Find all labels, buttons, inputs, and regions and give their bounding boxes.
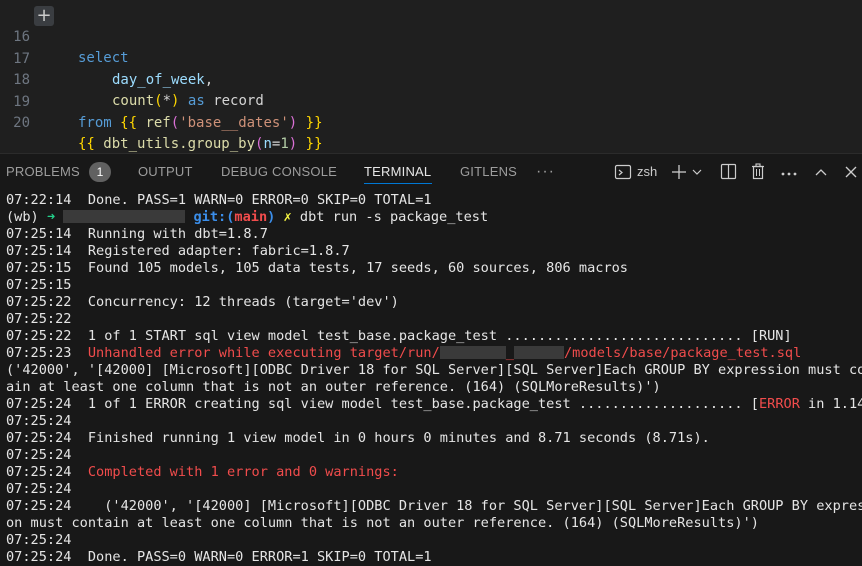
terminal-line: 07:25:24: [6, 481, 72, 497]
command-text: dbt run -s package_test: [299, 209, 489, 225]
summary-message: Completed with 1 error and 0 warnings:: [87, 464, 399, 480]
code-line-20[interactable]: 20 {{ dbt_utils.group_by(n=1) }}: [0, 92, 862, 152]
terminal-line: 07:25:24 1 of 1 ERROR creating sql view …: [6, 396, 862, 413]
ellipsis-icon[interactable]: [778, 162, 800, 182]
active-tab-indicator: [364, 183, 432, 184]
paren: ): [288, 136, 298, 152]
terminal-line: 07:25:24: [6, 413, 72, 429]
tab-problems[interactable]: PROBLEMS: [6, 154, 80, 190]
code-line-19[interactable]: 19 from {{ ref('base__dates') }}: [0, 71, 862, 131]
terminal-line: 07:25:22: [6, 311, 72, 327]
terminal-line: 07:25:24 Finished running 1 view model i…: [6, 430, 710, 446]
chevron-down-icon[interactable]: [690, 162, 704, 182]
terminal-line: 07:25:15 Found 105 models, 105 data test…: [6, 260, 628, 276]
terminal-line: 07:25:24 ('42000', '[42000] [Microsoft][…: [6, 498, 862, 514]
error-message: Unhandled error while executing target/r…: [87, 345, 440, 361]
terminal-line: 07:25:24: [6, 447, 72, 463]
split-icon[interactable]: [718, 162, 738, 182]
jinja-brace: }}: [305, 115, 323, 131]
keyword: from: [78, 115, 112, 131]
duration-text: in 1.14s]: [808, 396, 862, 412]
terminal-line: 07:25:22 1 of 1 START sql view model tes…: [6, 328, 792, 344]
number: 1: [280, 136, 289, 152]
code-line-17[interactable]: 17 day_of_week,: [0, 28, 862, 88]
paren: ): [288, 115, 298, 131]
terminal-output[interactable]: 07:22:14 Done. PASS=1 WARN=0 ERROR=0 SKI…: [0, 190, 862, 566]
code-editor[interactable]: + 16 select 17 day_of_week, 18 count(*) …: [0, 0, 862, 152]
terminal-prompt-line: (wb) ➜ git:(main) ✗ dbt run -s package_t…: [6, 209, 488, 226]
terminal-error-line: 07:25:23 Unhandled error while executing…: [6, 345, 801, 362]
string: 'base__dates': [179, 115, 289, 131]
shell-name[interactable]: zsh: [637, 154, 657, 190]
prompt-arrow-icon: ➜: [46, 209, 56, 225]
terminal-line: 07:22:14 Done. PASS=1 WARN=0 ERROR=0 SKI…: [6, 192, 432, 208]
terminal-line: 07:25:14 Running with dbt=1.8.7: [6, 226, 268, 242]
panel-tab-bar: PROBLEMS 1 OUTPUT DEBUG CONSOLE TERMINAL…: [0, 154, 862, 190]
dirty-icon: ✗: [283, 209, 292, 225]
identifier: n: [263, 136, 272, 152]
terminal-line: 07:25:22 Concurrency: 12 threads (target…: [6, 294, 399, 310]
tab-debug-console[interactable]: DEBUG CONSOLE: [221, 154, 337, 190]
close-icon[interactable]: [841, 162, 861, 182]
tab-gitlens[interactable]: GITLENS: [460, 154, 517, 190]
code-line-16[interactable]: 16 select: [0, 6, 862, 66]
git-label-close: ): [267, 209, 276, 225]
terminal-line: 07:25:24 Completed with 1 error and 0 wa…: [6, 464, 399, 481]
venv-label: (wb): [6, 209, 39, 225]
error-message-tail: /models/base/package_test.sql: [563, 345, 802, 361]
timestamp: 07:25:24: [6, 464, 88, 480]
code-line-18[interactable]: 18 count(*) as record: [0, 49, 862, 109]
status-text: 07:25:24 1 of 1 ERROR creating sql view …: [6, 396, 759, 412]
line-number: 20: [13, 115, 30, 131]
redacted-path: [439, 346, 506, 359]
paren: (: [170, 115, 180, 131]
terminal-line: 07:25:24: [6, 532, 72, 548]
terminal-line: ('42000', '[42000] [Microsoft][ODBC Driv…: [6, 362, 862, 378]
tab-output[interactable]: OUTPUT: [138, 154, 193, 190]
git-label: git:(: [193, 209, 235, 225]
tab-terminal[interactable]: TERMINAL: [364, 154, 431, 190]
git-branch: main: [234, 209, 268, 225]
terminal-line: 07:25:14 Registered adapter: fabric=1.8.…: [6, 243, 350, 259]
error-status-badge: ERROR: [758, 396, 800, 412]
more-tabs-button[interactable]: ···: [536, 154, 555, 190]
problems-count-badge: 1: [89, 162, 111, 182]
error-message-mid: _: [505, 345, 514, 361]
terminal-line: 07:25:15: [6, 277, 72, 293]
jinja-brace: {{: [78, 136, 95, 152]
trash-icon[interactable]: [748, 162, 768, 182]
jinja-brace: }}: [305, 136, 323, 152]
redacted-path: [63, 210, 186, 223]
chevron-up-icon[interactable]: [811, 162, 831, 182]
terminal-line: 07:25:24 Done. PASS=0 WARN=0 ERROR=1 SKI…: [6, 549, 432, 565]
terminal-line: on must contain at least one column that…: [6, 515, 759, 531]
terminal-line: ain at least one column that is not an o…: [6, 379, 661, 395]
redacted-path: [513, 346, 564, 359]
terminal-icon[interactable]: [613, 162, 633, 182]
add-icon[interactable]: [669, 162, 689, 182]
function-name: ref: [145, 115, 171, 131]
jinja-brace: {{: [120, 115, 138, 131]
timestamp: 07:25:23: [6, 345, 88, 361]
function-name: dbt_utils.group_by: [103, 136, 256, 152]
